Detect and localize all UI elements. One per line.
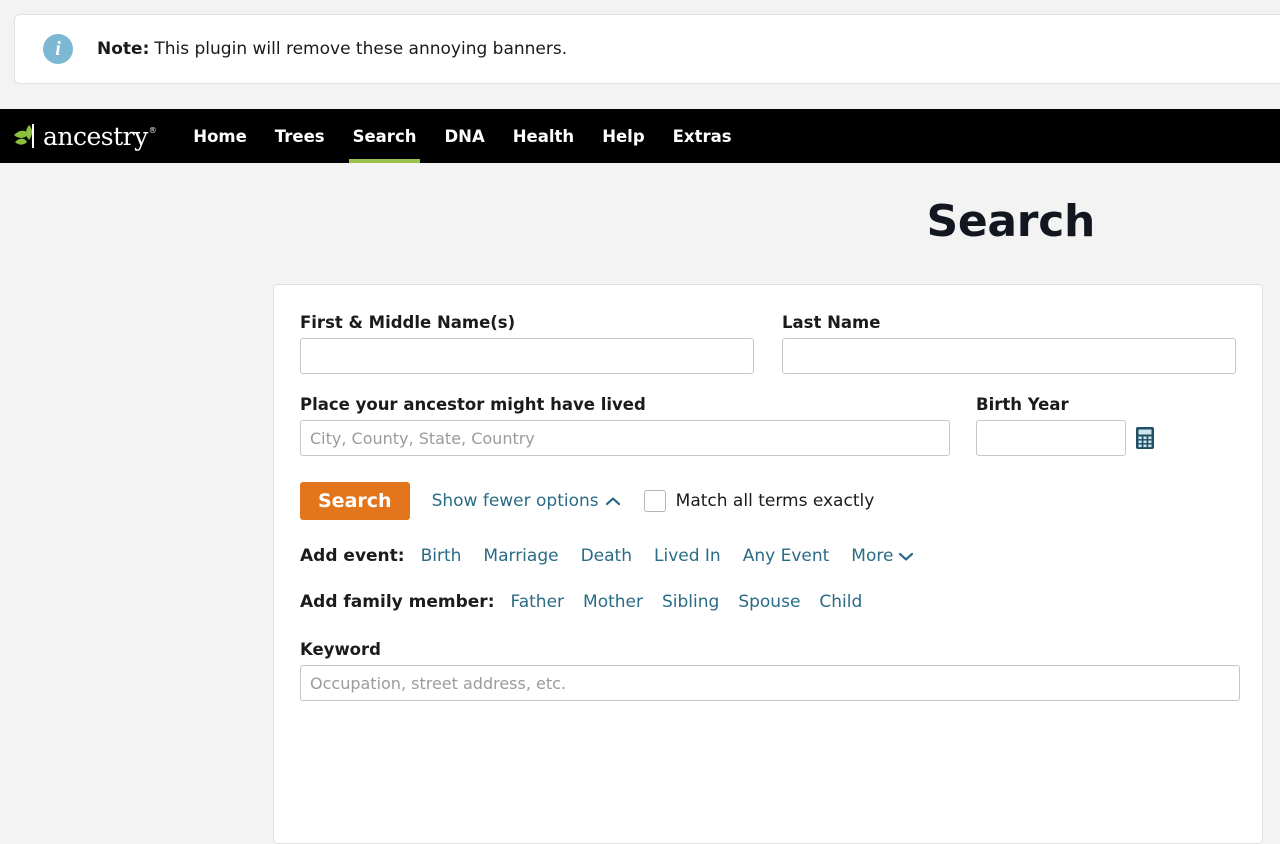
- birth-year-input[interactable]: [976, 420, 1126, 456]
- top-navigation-bar: ancestry® Home Trees Search DNA Health H…: [0, 109, 1280, 163]
- add-family-member-label: Add family member:: [300, 592, 495, 612]
- nav-item-help[interactable]: Help: [588, 109, 658, 163]
- search-button[interactable]: Search: [300, 482, 410, 520]
- nav-item-help-label: Help: [602, 127, 644, 146]
- add-family-spouse-link[interactable]: Spouse: [738, 592, 800, 612]
- first-name-input[interactable]: [300, 338, 754, 374]
- add-event-label: Add event:: [300, 546, 405, 566]
- keyword-field-group: Keyword: [300, 640, 1236, 701]
- chevron-up-icon: [606, 497, 620, 506]
- nav-item-extras-label: Extras: [673, 127, 732, 146]
- place-label: Place your ancestor might have lived: [300, 395, 950, 414]
- add-event-more-link[interactable]: More: [851, 546, 913, 566]
- birth-year-label: Birth Year: [976, 395, 1126, 414]
- last-name-input[interactable]: [782, 338, 1236, 374]
- add-family-child-link[interactable]: Child: [819, 592, 862, 612]
- chevron-down-icon: [899, 552, 913, 561]
- nav-item-trees-label: Trees: [275, 127, 325, 146]
- place-field-group: Place your ancestor might have lived: [300, 395, 950, 456]
- info-circle-icon: i: [43, 34, 73, 64]
- first-name-field-group: First & Middle Name(s): [300, 313, 754, 374]
- nav-item-home[interactable]: Home: [179, 109, 261, 163]
- add-event-more-label: More: [851, 546, 893, 566]
- nav-item-search-label: Search: [353, 127, 417, 146]
- add-event-marriage-link[interactable]: Marriage: [483, 546, 558, 566]
- nav-item-health[interactable]: Health: [499, 109, 588, 163]
- match-all-terms-row[interactable]: Match all terms exactly: [644, 490, 875, 512]
- add-event-any-event-link[interactable]: Any Event: [743, 546, 830, 566]
- show-fewer-options-link[interactable]: Show fewer options: [432, 491, 620, 511]
- add-event-death-link[interactable]: Death: [581, 546, 632, 566]
- add-event-birth-link[interactable]: Birth: [421, 546, 462, 566]
- last-name-label: Last Name: [782, 313, 1236, 332]
- first-name-label: First & Middle Name(s): [300, 313, 754, 332]
- plugin-note-banner: i Note:This plugin will remove these ann…: [14, 14, 1280, 84]
- match-all-terms-label: Match all terms exactly: [676, 491, 875, 511]
- ancestry-wordmark: ancestry®: [43, 124, 155, 149]
- ancestry-logo[interactable]: ancestry®: [12, 109, 155, 163]
- birth-year-calculator-button[interactable]: [1134, 426, 1156, 450]
- match-all-terms-checkbox[interactable]: [644, 490, 666, 512]
- add-family-father-link[interactable]: Father: [511, 592, 565, 612]
- note-banner-message: This plugin will remove these annoying b…: [154, 39, 567, 59]
- nav-item-dna-label: DNA: [444, 127, 484, 146]
- nav-item-health-label: Health: [513, 127, 574, 146]
- birth-year-field-group: Birth Year: [976, 395, 1126, 456]
- add-family-mother-link[interactable]: Mother: [583, 592, 643, 612]
- page-title: Search: [0, 196, 1095, 247]
- add-family-member-row: Add family member: Father Mother Sibling…: [300, 592, 1236, 612]
- note-banner-text: Note:This plugin will remove these annoy…: [97, 39, 567, 59]
- show-fewer-options-label: Show fewer options: [432, 491, 599, 511]
- add-family-sibling-link[interactable]: Sibling: [662, 592, 719, 612]
- name-fields-row: First & Middle Name(s) Last Name: [300, 313, 1236, 374]
- search-actions-row: Search Show fewer options Match all term…: [300, 482, 1236, 520]
- ancestry-leaf-logo-icon: [12, 122, 42, 150]
- nav-item-extras[interactable]: Extras: [659, 109, 746, 163]
- nav-item-dna[interactable]: DNA: [430, 109, 498, 163]
- calculator-icon: [1134, 426, 1156, 450]
- registered-mark-icon: ®: [149, 126, 157, 135]
- add-event-lived-in-link[interactable]: Lived In: [654, 546, 721, 566]
- add-event-row: Add event: Birth Marriage Death Lived In…: [300, 546, 1236, 566]
- place-input[interactable]: [300, 420, 950, 456]
- nav-item-home-label: Home: [193, 127, 247, 146]
- place-birth-row: Place your ancestor might have lived Bir…: [300, 395, 1236, 456]
- nav-item-search[interactable]: Search: [339, 109, 431, 163]
- last-name-field-group: Last Name: [782, 313, 1236, 374]
- nav-item-trees[interactable]: Trees: [261, 109, 339, 163]
- search-form-panel: First & Middle Name(s) Last Name Place y…: [273, 284, 1263, 844]
- note-banner-label: Note:: [97, 39, 149, 59]
- keyword-input[interactable]: [300, 665, 1240, 701]
- nav-items: Home Trees Search DNA Health Help Extras: [179, 109, 745, 163]
- keyword-label: Keyword: [300, 640, 1236, 659]
